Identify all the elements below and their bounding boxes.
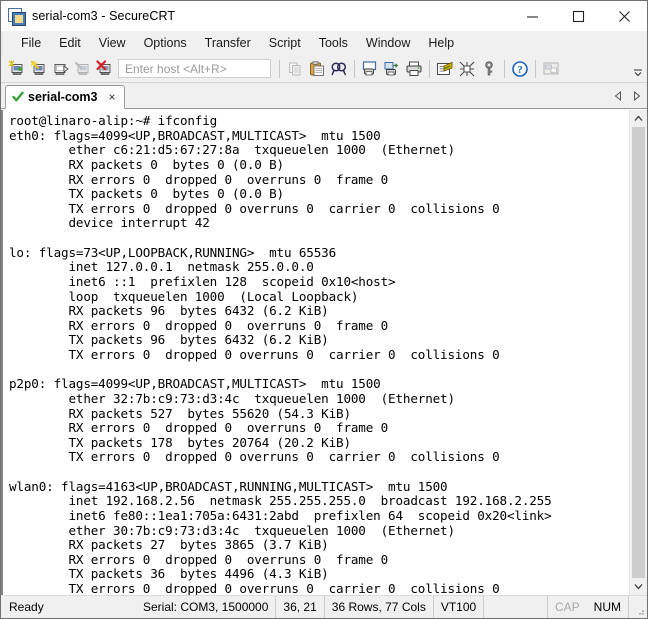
paste-icon[interactable] xyxy=(306,58,328,80)
maximize-button[interactable] xyxy=(555,1,601,31)
key-icon[interactable] xyxy=(478,58,500,80)
menu-file[interactable]: File xyxy=(12,33,50,54)
new-session-icon[interactable] xyxy=(6,58,28,80)
window-title: serial-com3 - SecureCRT xyxy=(32,9,176,23)
status-bar: Ready Serial: COM3, 1500000 36, 21 36 Ro… xyxy=(1,595,647,618)
tab-bar: serial-com3 × xyxy=(1,83,647,109)
menu-help[interactable]: Help xyxy=(419,33,463,54)
host-input[interactable] xyxy=(123,60,270,77)
securecrt-app-icon xyxy=(8,7,26,26)
print-icon[interactable] xyxy=(403,58,425,80)
connect-local-shell-icon[interactable] xyxy=(50,58,72,80)
securecrt-window: serial-com3 - SecureCRT File Edit View O… xyxy=(0,0,648,619)
connect-icon[interactable] xyxy=(28,58,50,80)
tab-prev-icon[interactable] xyxy=(614,90,623,104)
scroll-up-icon[interactable] xyxy=(630,110,647,127)
tab-label: serial-com3 xyxy=(28,90,98,104)
tab-next-icon[interactable] xyxy=(632,90,641,104)
host-input-wrapper[interactable] xyxy=(118,59,271,78)
terminal-area: root@linaro-alip:~# ifconfig eth0: flags… xyxy=(1,109,647,595)
global-options-icon[interactable] xyxy=(456,58,478,80)
green-check-icon xyxy=(12,91,24,103)
print-screen-icon[interactable] xyxy=(359,58,381,80)
arrange-windows-icon[interactable] xyxy=(540,58,562,80)
resize-grip-icon[interactable] xyxy=(629,596,647,618)
status-cursor-position: 36, 21 xyxy=(276,596,325,618)
tab-close-icon[interactable]: × xyxy=(105,90,118,104)
status-num-lock: NUM xyxy=(587,596,629,618)
toolbar-separator xyxy=(354,59,355,78)
tab-nav xyxy=(614,90,641,104)
toolbar: ? xyxy=(1,55,647,83)
session-options-icon[interactable] xyxy=(434,58,456,80)
status-emulation: VT100 xyxy=(434,596,485,618)
terminal-scrollbar[interactable] xyxy=(629,110,647,595)
svg-text:?: ? xyxy=(517,64,523,76)
toolbar-overflow-icon[interactable] xyxy=(632,59,644,78)
log-session-icon[interactable] xyxy=(381,58,403,80)
find-icon[interactable] xyxy=(328,58,350,80)
help-icon[interactable]: ? xyxy=(509,58,531,80)
menu-tools[interactable]: Tools xyxy=(310,33,357,54)
toolbar-separator xyxy=(504,59,505,78)
terminal-output[interactable]: root@linaro-alip:~# ifconfig eth0: flags… xyxy=(3,110,629,595)
toolbar-separator xyxy=(535,59,536,78)
copy-icon[interactable] xyxy=(284,58,306,80)
close-button[interactable] xyxy=(601,1,647,31)
window-controls xyxy=(509,1,647,31)
reconnect-icon[interactable] xyxy=(72,58,94,80)
status-spacer xyxy=(484,596,548,618)
minimize-button[interactable] xyxy=(509,1,555,31)
menu-edit[interactable]: Edit xyxy=(50,33,90,54)
scrollbar-track[interactable] xyxy=(630,127,647,578)
toolbar-separator xyxy=(279,59,280,78)
scroll-down-icon[interactable] xyxy=(630,578,647,595)
menu-bar: File Edit View Options Transfer Script T… xyxy=(1,31,647,55)
scrollbar-thumb[interactable] xyxy=(632,127,645,578)
status-screen-size: 36 Rows, 77 Cols xyxy=(325,596,434,618)
toolbar-separator xyxy=(429,59,430,78)
tab-serial-com3[interactable]: serial-com3 × xyxy=(5,85,125,109)
disconnect-icon[interactable] xyxy=(94,58,116,80)
menu-script[interactable]: Script xyxy=(260,33,310,54)
title-bar: serial-com3 - SecureCRT xyxy=(1,1,647,31)
menu-view[interactable]: View xyxy=(90,33,135,54)
menu-transfer[interactable]: Transfer xyxy=(196,33,260,54)
menu-window[interactable]: Window xyxy=(357,33,419,54)
menu-options[interactable]: Options xyxy=(135,33,196,54)
status-connection: Serial: COM3, 1500000 xyxy=(136,596,277,618)
status-ready: Ready xyxy=(9,600,44,614)
status-caps-lock: CAP xyxy=(554,600,580,614)
